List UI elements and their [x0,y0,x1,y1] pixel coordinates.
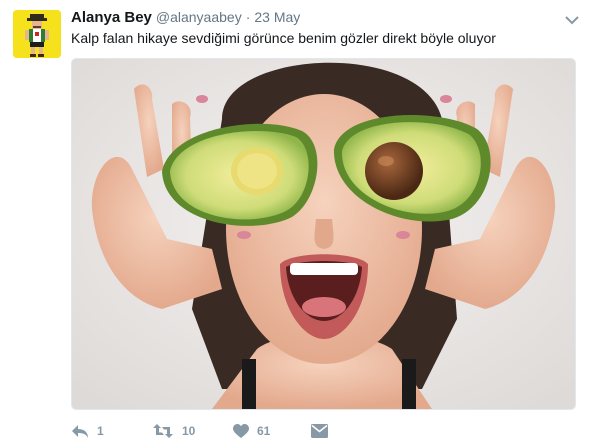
tweet-text: Kalp falan hikaye sevdiğimi görünce beni… [71,30,496,46]
direct-message-button[interactable] [311,423,328,438]
retweet-count: 10 [182,424,196,438]
author-handle[interactable]: @alanyaabey [156,9,242,25]
author-name[interactable]: Alanya Bey [71,9,152,26]
tweet-photo[interactable] [71,58,576,410]
tweet-actions: 1 10 61 [71,423,371,438]
like-button[interactable]: 61 [233,423,270,438]
avatar[interactable] [13,10,61,58]
reply-icon [72,425,88,438]
reply-count: 1 [97,424,104,438]
retweet-button[interactable]: 10 [152,423,195,438]
photo-woman-avocado-eyes-icon [72,59,575,409]
like-count: 61 [257,424,271,438]
tweet-date[interactable]: 23 May [254,9,300,25]
avatar-character-icon [13,10,61,58]
reply-button[interactable]: 1 [71,423,104,438]
heart-icon [233,423,249,438]
tweet-card[interactable]: Alanya Bey @alanyaabey · 23 May Kalp fal… [0,0,591,438]
chevron-down-icon[interactable] [565,12,579,25]
header-separator: · [245,9,251,25]
envelope-icon [311,424,328,438]
tweet-header: Alanya Bey @alanyaabey · 23 May [71,9,300,29]
retweet-icon [153,424,173,438]
